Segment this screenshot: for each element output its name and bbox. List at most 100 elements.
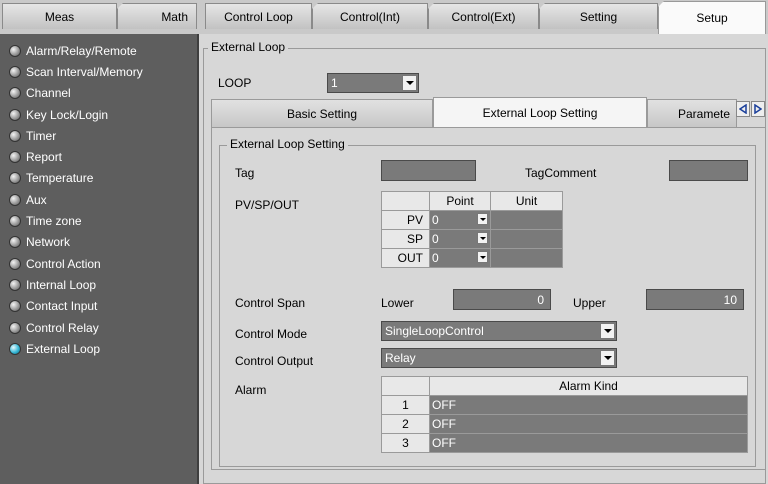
alarm-kind-cell[interactable]: OFF	[429, 395, 748, 415]
sidebar-item-label: Channel	[26, 86, 71, 101]
sidebar-item-label: Time zone	[26, 214, 82, 229]
sidebar-item-label: Temperature	[26, 171, 94, 186]
out-point-value: 0	[432, 251, 439, 265]
tab-parameter[interactable]: Paramete	[647, 99, 737, 127]
pv-row-label: PV	[381, 210, 430, 230]
tab-notch-shape	[658, 1, 664, 7]
alarm-kind-cell[interactable]: OFF	[429, 414, 748, 434]
tab-basic-setting[interactable]: Basic Setting	[211, 99, 433, 127]
sidebar-item-control-relay[interactable]: Control Relay	[0, 317, 197, 338]
alarm-kind-cell[interactable]: OFF	[429, 433, 748, 453]
control-mode-select[interactable]: SingleLoopControl	[381, 321, 617, 341]
sidebar-item-channel[interactable]: Channel	[0, 83, 197, 104]
scroll-right-button[interactable]	[751, 101, 765, 117]
tab-external-loop-setting[interactable]: External Loop Setting	[433, 97, 647, 127]
tab-label: Setting	[579, 9, 618, 24]
alarm-kind-header: Alarm Kind	[429, 376, 748, 396]
sidebar-item-timer[interactable]: Timer	[0, 125, 197, 146]
tab-label: Control(Ext)	[451, 9, 516, 24]
tab-label: Math	[161, 9, 188, 24]
tab-label: Control(Int)	[339, 9, 401, 24]
sp-point-cell[interactable]: 0	[429, 229, 491, 249]
tab-notch-shape	[428, 3, 434, 9]
sidebar-item-label: Contact Input	[26, 299, 98, 314]
tab-control-ext[interactable]: Control(Ext)	[428, 3, 539, 29]
tag-comment-input[interactable]	[669, 160, 748, 181]
pv-unit-cell[interactable]	[490, 210, 563, 230]
sidebar-item-internal-loop[interactable]: Internal Loop	[0, 274, 197, 295]
pv-point-cell[interactable]: 0	[429, 210, 491, 230]
sidebar-item-aux[interactable]: Aux	[0, 189, 197, 210]
sidebar-item-label: Network	[26, 235, 71, 250]
sidebar-item-external-loop[interactable]: External Loop	[0, 338, 197, 359]
pv-point-select[interactable]: 0	[430, 211, 490, 229]
sidebar-item-time-zone[interactable]: Time zone	[0, 210, 197, 231]
sidebar-item-label: Timer	[26, 128, 57, 143]
external-loop-setting-group-title: External Loop Setting	[227, 137, 348, 151]
tab-label: External Loop Setting	[482, 105, 598, 120]
tab-notch-shape	[539, 3, 545, 9]
sidebar-item-control-action[interactable]: Control Action	[0, 253, 197, 274]
out-point-cell[interactable]: 0	[429, 248, 491, 268]
sp-unit-cell[interactable]	[490, 229, 563, 249]
sidebar: Alarm/Relay/Remote Scan Interval/Memory …	[0, 34, 199, 484]
loop-select-value: 1	[331, 76, 338, 90]
lower-input[interactable]: 0	[453, 289, 551, 310]
sp-point-select[interactable]: 0	[430, 230, 490, 248]
out-point-select[interactable]: 0	[430, 249, 490, 267]
radio-bullet-icon	[9, 172, 21, 185]
tab-math[interactable]: Math	[117, 3, 197, 29]
radio-bullet-icon	[9, 257, 21, 270]
tab-notch-shape	[312, 3, 318, 9]
chevron-down-icon[interactable]	[600, 323, 615, 339]
sp-point-value: 0	[432, 232, 439, 246]
triangle-right-icon	[754, 104, 762, 114]
upper-input[interactable]: 10	[646, 289, 744, 310]
sidebar-item-label: Scan Interval/Memory	[26, 64, 143, 79]
sidebar-item-temperature[interactable]: Temperature	[0, 168, 197, 189]
sidebar-item-label: Internal Loop	[26, 277, 97, 292]
chevron-down-icon[interactable]	[600, 350, 615, 366]
chevron-down-icon[interactable]	[477, 213, 488, 225]
tab-setup[interactable]: Setup	[658, 1, 766, 34]
sidebar-item-label: Control Action	[26, 256, 101, 271]
scroll-left-button[interactable]	[736, 101, 750, 117]
tag-label: Tag	[235, 166, 255, 180]
radio-bullet-icon	[9, 87, 21, 100]
sidebar-item-network[interactable]: Network	[0, 232, 197, 253]
sidebar-item-alarm-relay-remote[interactable]: Alarm/Relay/Remote	[0, 40, 197, 61]
alarm-label: Alarm	[235, 383, 267, 397]
sidebar-item-label: Alarm/Relay/Remote	[26, 43, 137, 58]
radio-bullet-icon	[9, 65, 21, 78]
tab-setting[interactable]: Setting	[539, 3, 658, 29]
alarm-row-number: 2	[381, 414, 430, 434]
chevron-down-icon[interactable]	[402, 75, 417, 91]
control-mode-value: SingleLoopControl	[385, 324, 484, 338]
point-header: Point	[429, 191, 491, 211]
tab-meas[interactable]: Meas	[2, 3, 117, 29]
sidebar-item-scan-interval-memory[interactable]: Scan Interval/Memory	[0, 61, 197, 82]
control-span-label: Control Span	[235, 296, 306, 310]
control-output-label: Control Output	[235, 354, 314, 368]
loop-select[interactable]: 1	[327, 73, 419, 93]
tag-input[interactable]	[381, 160, 476, 181]
sidebar-item-report[interactable]: Report	[0, 146, 197, 167]
control-output-select[interactable]: Relay	[381, 348, 617, 368]
radio-bullet-icon	[9, 108, 21, 121]
sidebar-item-contact-input[interactable]: Contact Input	[0, 296, 197, 317]
radio-bullet-icon	[9, 236, 21, 249]
chevron-down-icon[interactable]	[477, 251, 488, 263]
sidebar-item-key-lock-login[interactable]: Key Lock/Login	[0, 104, 197, 125]
tab-control-int[interactable]: Control(Int)	[312, 3, 428, 29]
chevron-down-icon[interactable]	[477, 232, 488, 244]
out-unit-cell[interactable]	[490, 248, 563, 268]
unit-header: Unit	[490, 191, 563, 211]
tab-label: Setup	[696, 11, 728, 25]
alarm-row-number: 1	[381, 395, 430, 415]
pvspout-label: PV/SP/OUT	[235, 198, 300, 212]
radio-bullet-icon	[9, 278, 21, 291]
out-row-label: OUT	[381, 248, 430, 268]
pvspout-table: Point Unit PV 0 SP 0 OUT 0	[381, 191, 563, 268]
tab-control-loop[interactable]: Control Loop	[205, 3, 312, 29]
radio-bullet-icon	[9, 215, 21, 228]
